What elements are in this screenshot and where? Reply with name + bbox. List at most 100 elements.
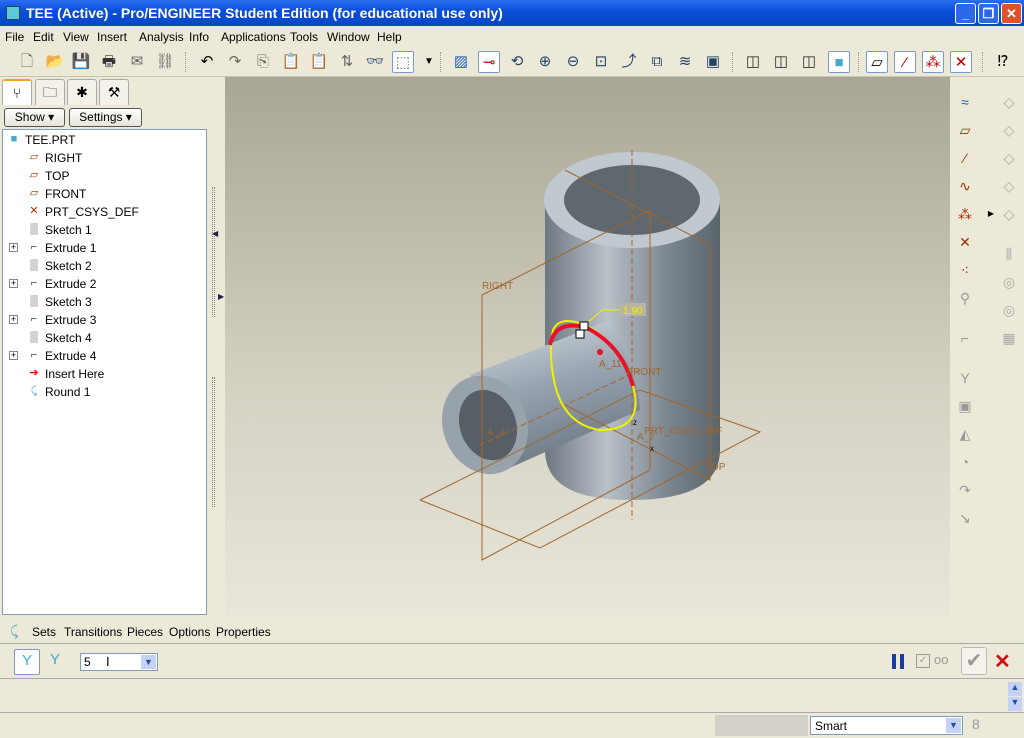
analysis-tool-icon[interactable]: ⁖ — [954, 259, 976, 281]
datum-axes-toggle-icon[interactable]: ⁄ — [894, 51, 916, 73]
constant-round-icon[interactable]: Y — [14, 649, 40, 675]
expand-right-icon[interactable]: ▶ — [218, 292, 224, 301]
reorient-icon[interactable]: ⤴ — [618, 51, 640, 73]
paste-special-icon[interactable]: 📋 — [308, 51, 330, 73]
pause-icon[interactable] — [892, 654, 904, 669]
sweep-tool-icon[interactable]: ◇ — [998, 119, 1020, 141]
graphics-window[interactable]: 1.90 RIGHT FRONT TOP PRT_CSYS_DEF A_4 A_… — [225, 77, 950, 617]
tree-item[interactable]: ▒ Sketch 2 — [3, 257, 203, 275]
collapse-left-icon[interactable]: ◀ — [212, 229, 218, 238]
tree-item[interactable]: + ⌐ Extrude 1 — [3, 239, 203, 257]
hidden-line-icon[interactable]: ◫ — [770, 51, 792, 73]
layers-icon[interactable]: ≋ — [674, 51, 696, 73]
datum-curve-tool-icon[interactable]: ∿ — [954, 175, 976, 197]
close-button[interactable]: ✕ — [1001, 3, 1022, 24]
tab-transitions[interactable]: Transitions — [64, 625, 122, 639]
radius-drag-handle[interactable] — [579, 321, 589, 331]
draft-tool-icon[interactable]: ◭ — [954, 423, 976, 445]
folder-browser-tab[interactable]: 🗀 — [35, 79, 65, 105]
tree-item[interactable]: ▱ TOP — [3, 167, 203, 185]
model-tree-tab[interactable]: ⑂ — [2, 79, 32, 105]
tree-item[interactable]: ▒ Sketch 1 — [3, 221, 203, 239]
panel-splitter[interactable]: ◀ ▶ — [208, 77, 224, 617]
chevron-down-icon[interactable]: ▼ — [418, 51, 440, 73]
regenerate-icon[interactable]: ⇅ — [336, 51, 358, 73]
boundary-tool-icon[interactable]: ◇ — [998, 175, 1020, 197]
mirror-tool-icon[interactable]: ⫼ — [998, 243, 1020, 265]
menu-window[interactable]: Window — [327, 30, 370, 44]
send-link-icon[interactable]: ⛓ — [154, 51, 176, 73]
tree-item[interactable]: ■ TEE.PRT — [3, 131, 203, 149]
minimize-button[interactable]: _ — [955, 3, 976, 24]
refit-icon[interactable]: ⊡ — [590, 51, 612, 73]
redo-icon[interactable]: ↷ — [224, 51, 246, 73]
repaint-icon[interactable]: ▨ — [450, 51, 472, 73]
open-icon[interactable]: 📂 — [44, 51, 66, 73]
blend-tool-icon[interactable]: ◇ — [998, 91, 1020, 113]
selection-filter[interactable]: Smart ▼ — [810, 716, 963, 735]
show-button[interactable]: Show ▾ — [4, 108, 65, 127]
menu-tools[interactable]: Tools — [290, 30, 318, 44]
tab-properties[interactable]: Properties — [216, 625, 271, 639]
new-icon[interactable]: 🗋 — [16, 51, 38, 73]
tree-item[interactable]: ⤹ Round 1 — [3, 383, 203, 401]
paste-icon[interactable]: 📋 — [280, 51, 302, 73]
tree-item[interactable]: + ⌐ Extrude 2 — [3, 275, 203, 293]
favorites-tab[interactable]: ✱ — [67, 79, 97, 105]
cancel-button[interactable]: ✕ — [994, 649, 1011, 674]
datum-point-tool-icon[interactable]: ⁂ — [954, 203, 976, 225]
undo-icon[interactable]: ↶ — [196, 51, 218, 73]
saved-views-icon[interactable]: ⧉ — [646, 51, 668, 73]
confirm-button[interactable]: ✔ — [961, 647, 987, 675]
round-tool-icon[interactable]: ◔ — [954, 451, 976, 473]
zoom-out-icon[interactable]: ⊖ — [562, 51, 584, 73]
pattern-tool-icon[interactable]: ↘ — [954, 507, 976, 529]
view-manager-icon[interactable]: ▣ — [702, 51, 724, 73]
menu-applications[interactable]: Applications — [221, 30, 286, 44]
menu-file[interactable]: File — [5, 30, 24, 44]
merge-tool-icon[interactable]: ◎ — [998, 271, 1020, 293]
spin-center-icon[interactable]: ⊸ — [478, 51, 500, 73]
tab-options[interactable]: Options — [169, 625, 210, 639]
datum-axis-tool-icon[interactable]: ⁄ — [954, 147, 976, 169]
tab-sets[interactable]: Sets — [32, 625, 56, 639]
chevron-down-icon[interactable]: ▼ — [946, 718, 961, 733]
hole-tool-icon[interactable]: ⌐ — [954, 327, 976, 349]
scroll-up-button[interactable]: ▲ — [1008, 682, 1022, 696]
selection-box-icon[interactable]: ⬚ — [392, 51, 414, 73]
revolve-tool-icon[interactable]: ◇ — [998, 147, 1020, 169]
grid-pattern-tool-icon[interactable]: ▦ — [998, 327, 1020, 349]
extrude-tool-icon[interactable]: ⚲ — [954, 287, 976, 309]
copy-icon[interactable]: ⎘ — [252, 51, 274, 73]
csys-tool-icon[interactable]: ✕ — [954, 231, 976, 253]
menu-analysis[interactable]: Analysis — [139, 30, 184, 44]
send-mail-icon[interactable]: ✉ — [126, 51, 148, 73]
no-hidden-icon[interactable]: ◫ — [798, 51, 820, 73]
zoom-in-icon[interactable]: ⊕ — [534, 51, 556, 73]
full-round-icon[interactable]: Y — [44, 649, 66, 671]
radius-input[interactable]: 5 I ▼ — [80, 653, 158, 671]
sketch-tool-icon[interactable]: ≈ — [954, 91, 976, 113]
tree-item[interactable]: + ⌐ Extrude 4 — [3, 347, 203, 365]
tree-item[interactable]: ➔ Insert Here — [3, 365, 203, 383]
find-icon[interactable]: 👓 — [364, 51, 386, 73]
datum-plane-tool-icon[interactable]: ▱ — [954, 119, 976, 141]
tree-item[interactable]: ✕ PRT_CSYS_DEF — [3, 203, 203, 221]
scroll-down-button[interactable]: ▼ — [1008, 697, 1022, 711]
preview-checkbox[interactable]: ✓ — [916, 654, 930, 668]
orient-mode-icon[interactable]: ⟲ — [506, 51, 528, 73]
connections-tab[interactable]: ⚒ — [99, 79, 129, 105]
tab-pieces[interactable]: Pieces — [127, 625, 163, 639]
menu-edit[interactable]: Edit — [33, 30, 54, 44]
datum-points-toggle-icon[interactable]: ⁂ — [922, 51, 944, 73]
rib-tool-icon[interactable]: ▣ — [954, 395, 976, 417]
datum-planes-toggle-icon[interactable]: ▱ — [866, 51, 888, 73]
context-help-icon[interactable]: ⁉ — [992, 51, 1014, 73]
tree-item[interactable]: ▱ RIGHT — [3, 149, 203, 167]
save-icon[interactable]: 💾 — [70, 51, 92, 73]
menu-view[interactable]: View — [63, 30, 89, 44]
settings-button[interactable]: Settings ▾ — [69, 108, 142, 127]
menu-help[interactable]: Help — [377, 30, 402, 44]
shell-tool-icon[interactable]: Y — [954, 367, 976, 389]
print-icon[interactable]: 🖶 — [98, 51, 120, 73]
